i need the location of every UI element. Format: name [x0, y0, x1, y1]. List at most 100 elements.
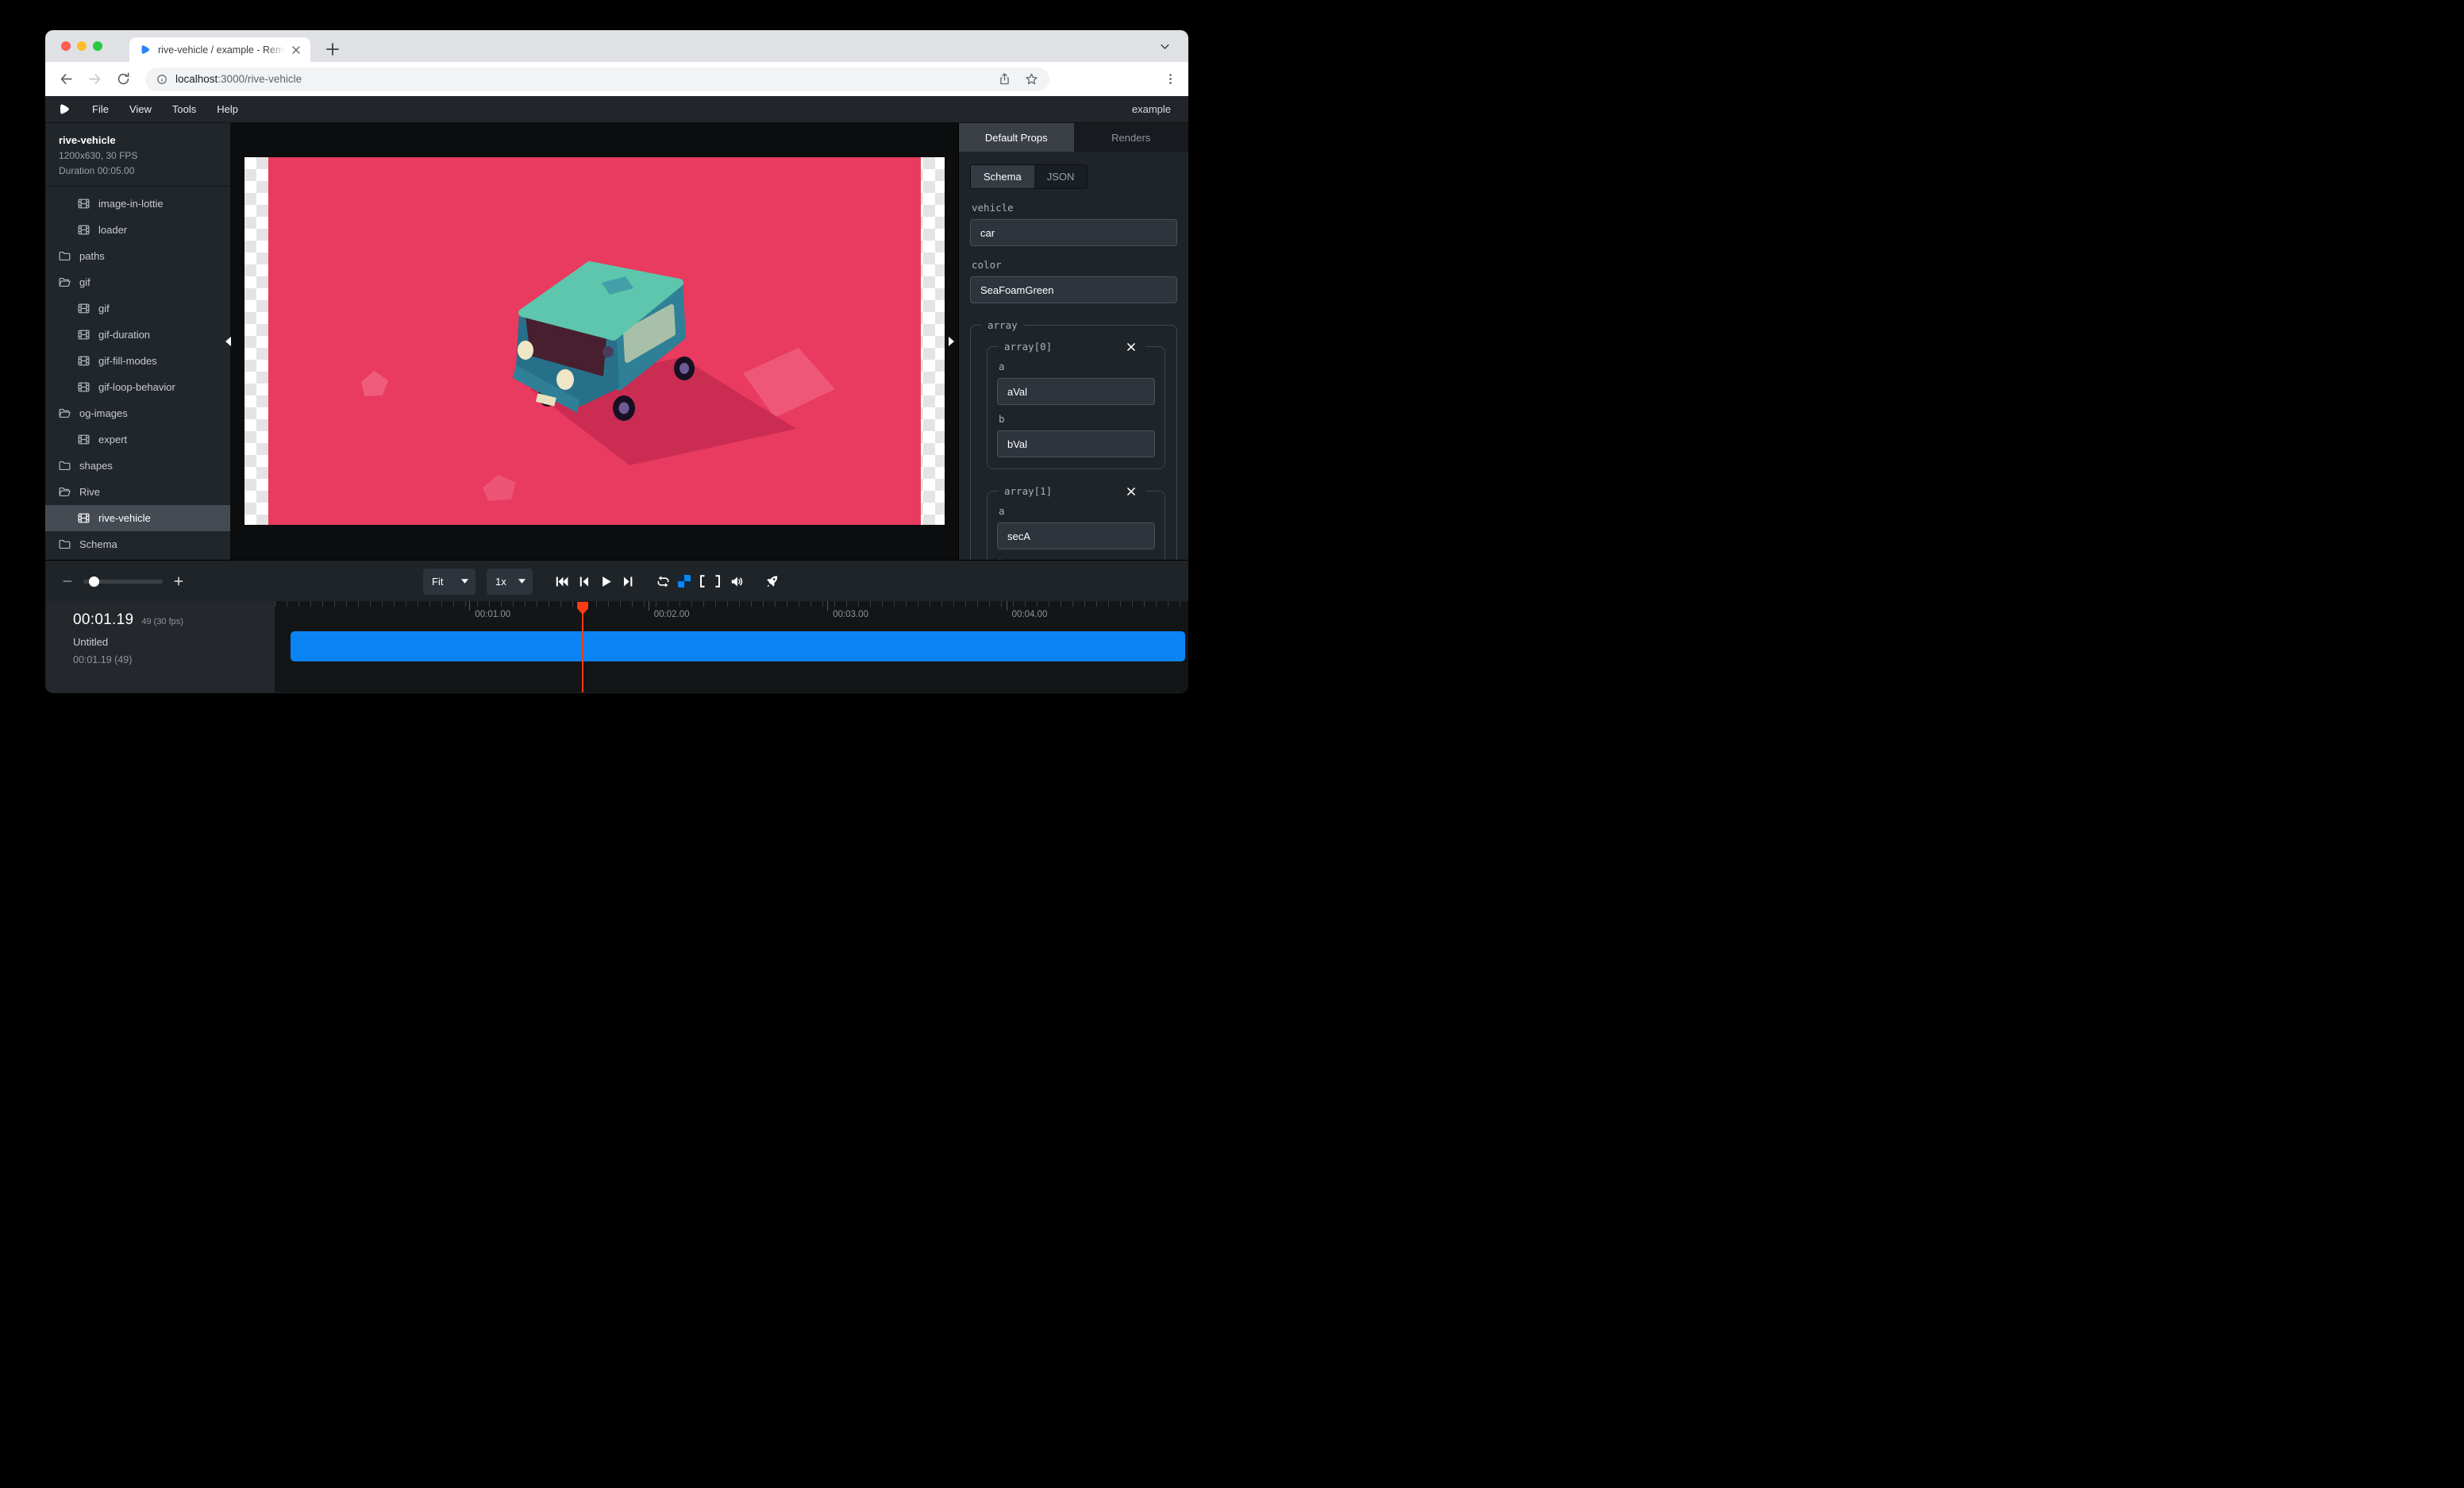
toggle-json[interactable]: JSON	[1034, 165, 1088, 188]
sidebar-item-label: paths	[79, 250, 105, 262]
browser-tab[interactable]: rive-vehicle / example - Remot	[129, 37, 310, 62]
share-icon[interactable]	[998, 72, 1011, 86]
current-frame-label: 49 (30 fps)	[141, 617, 183, 626]
url-text: localhost:3000/rive-vehicle	[175, 73, 302, 85]
checkerboard-transparency-icon[interactable]	[678, 575, 691, 588]
menu-item-view[interactable]: View	[119, 103, 162, 115]
ruler-second-tick	[469, 601, 470, 611]
fit-dropdown[interactable]: Fit	[423, 569, 475, 595]
remove-array-item-icon[interactable]	[1122, 341, 1140, 353]
sidebar-file-list: image-in-lottie loader paths gif gif gif-dura…	[45, 187, 230, 557]
zoom-slider-thumb[interactable]	[89, 576, 99, 587]
remotion-favicon-icon	[139, 44, 151, 56]
sidebar-item-rive[interactable]: Rive	[45, 479, 230, 505]
sidebar-item-paths[interactable]: paths	[45, 243, 230, 269]
address-bar[interactable]: localhost:3000/rive-vehicle	[145, 67, 1049, 91]
sidebar-item-gif[interactable]: gif	[45, 269, 230, 295]
tab-renders[interactable]: Renders	[1074, 123, 1189, 152]
sidebar-item-image-in-lottie[interactable]: image-in-lottie	[45, 191, 230, 217]
previous-frame-icon[interactable]	[576, 574, 591, 589]
menu-item-help[interactable]: Help	[206, 103, 248, 115]
array-item-legend: array[1]	[1004, 485, 1052, 497]
prop-input-vehicle[interactable]	[970, 219, 1177, 246]
timeline-track-bar[interactable]	[291, 631, 1185, 661]
sidebar-item-gif-fill-modes[interactable]: gif-fill-modes	[45, 348, 230, 374]
prop-input-color[interactable]	[970, 276, 1177, 303]
maximize-window-button[interactable]	[93, 41, 102, 51]
film-icon	[77, 433, 90, 446]
schema-json-toggle: SchemaJSON	[970, 164, 1088, 189]
prop-input-b[interactable]	[997, 430, 1155, 457]
playhead-marker[interactable]	[577, 602, 588, 615]
sidebar-item-loader[interactable]: loader	[45, 217, 230, 243]
sidebar-item-label: Schema	[79, 538, 117, 550]
film-icon	[77, 197, 90, 210]
menu-item-file[interactable]: File	[82, 103, 119, 115]
remove-array-item-icon[interactable]	[1122, 486, 1140, 497]
forward-icon[interactable]	[87, 71, 102, 87]
jump-to-end-icon[interactable]	[621, 574, 636, 589]
jump-to-start-icon[interactable]	[554, 574, 569, 589]
sidebar-item-schema[interactable]: Schema	[45, 531, 230, 557]
chevron-down-icon[interactable]	[1159, 40, 1171, 52]
zoom-out-icon[interactable]	[61, 575, 74, 588]
site-info-icon[interactable]	[156, 74, 167, 85]
sidebar-item-label: image-in-lottie	[98, 198, 164, 210]
star-bookmark-icon[interactable]	[1025, 72, 1038, 86]
zoom-control	[61, 561, 185, 602]
film-icon	[77, 328, 90, 341]
ruler-second-tick	[827, 601, 828, 611]
volume-icon[interactable]	[730, 574, 745, 589]
array-group: array array[0]abarray[1]ab	[970, 319, 1177, 560]
sidebar-item-label: og-images	[79, 407, 128, 419]
play-icon[interactable]	[599, 574, 614, 589]
back-icon[interactable]	[59, 71, 74, 87]
sidebar-item-gif-loop-behavior[interactable]: gif-loop-behavior	[45, 374, 230, 400]
sidebar-item-rive-vehicle[interactable]: rive-vehicle	[45, 505, 230, 531]
kebab-menu-icon[interactable]	[1164, 72, 1177, 86]
desktop-background: rive-vehicle / example - Remot	[0, 0, 1232, 744]
playhead-line[interactable]	[582, 604, 583, 692]
current-timecode: 00:01.19	[73, 611, 133, 629]
new-tab-button[interactable]	[323, 40, 342, 59]
sidebar-item-gif[interactable]: gif	[45, 295, 230, 322]
tab-default-props[interactable]: Default Props	[959, 123, 1074, 152]
toggle-schema[interactable]: Schema	[971, 165, 1034, 188]
zoom-slider[interactable]	[83, 580, 163, 584]
minimize-window-button[interactable]	[77, 41, 87, 51]
film-icon	[77, 511, 90, 525]
timeline-ruler[interactable]: 00:01.0000:02.0000:03.0000:04.00	[275, 601, 1188, 692]
collapse-sidebar-arrow[interactable]	[225, 337, 231, 346]
speed-dropdown[interactable]: 1x	[487, 569, 533, 595]
prop-input-a[interactable]	[997, 522, 1155, 549]
in-marker-icon[interactable]	[698, 574, 706, 588]
close-window-button[interactable]	[61, 41, 71, 51]
remotion-logo-icon[interactable]	[57, 102, 71, 116]
speed-dropdown-value: 1x	[495, 576, 506, 588]
right-panel: Default PropsRenders SchemaJSON vehiclec…	[958, 123, 1188, 560]
composition-info: rive-vehicle 1200x630, 30 FPS Duration 0…	[45, 123, 230, 187]
close-tab-icon[interactable]	[290, 44, 302, 56]
prop-input-a[interactable]	[997, 378, 1155, 405]
sidebar-item-expert[interactable]: expert	[45, 426, 230, 453]
out-marker-icon[interactable]	[714, 574, 722, 588]
zoom-in-icon[interactable]	[172, 575, 185, 588]
sidebar-item-gif-duration[interactable]: gif-duration	[45, 322, 230, 348]
sidebar-item-shapes[interactable]: shapes	[45, 453, 230, 479]
sidebar-item-label: gif	[98, 303, 110, 314]
collapse-panel-arrow[interactable]	[949, 337, 954, 346]
sidebar-item-label: shapes	[79, 460, 113, 472]
reload-icon[interactable]	[116, 71, 131, 87]
sidebar-item-label: gif-loop-behavior	[98, 381, 175, 393]
props-editor: SchemaJSON vehiclecolor array array[0]ab…	[959, 152, 1188, 560]
sidebar-item-label: gif	[79, 276, 90, 288]
ruler-tick-label: 00:04.00	[1012, 610, 1048, 619]
sidebar-item-og-images[interactable]: og-images	[45, 400, 230, 426]
chevron-down-icon	[461, 579, 468, 584]
menu-item-tools[interactable]: Tools	[162, 103, 206, 115]
main-area: rive-vehicle 1200x630, 30 FPS Duration 0…	[45, 123, 1188, 560]
rocket-icon[interactable]	[764, 574, 780, 589]
loop-icon[interactable]	[656, 574, 671, 589]
folder-icon	[58, 459, 71, 472]
array-group-legend: array	[982, 319, 1023, 331]
